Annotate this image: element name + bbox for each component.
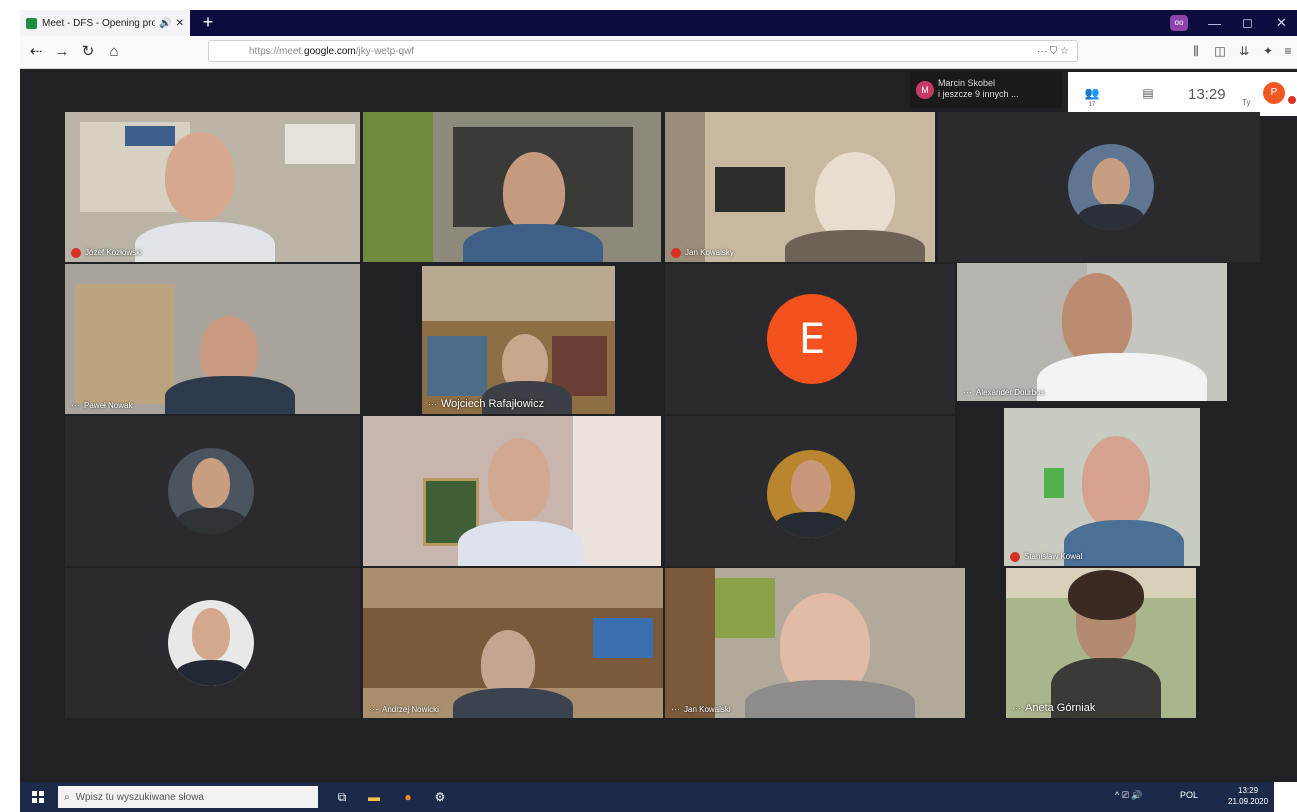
- participant-avatar: M: [916, 81, 934, 99]
- new-tab-button[interactable]: +: [198, 12, 218, 32]
- reload-icon[interactable]: ↻: [78, 42, 98, 62]
- home-icon[interactable]: ⌂: [104, 42, 124, 62]
- participant-tile[interactable]: [665, 416, 955, 566]
- url-domain: google.com: [304, 45, 356, 57]
- participant-letter-avatar: E: [767, 294, 857, 384]
- participants-chip-name: Marcin Skobel: [938, 78, 996, 88]
- language-indicator[interactable]: POL: [1180, 790, 1198, 800]
- extension-badge-icon[interactable]: oo: [1170, 15, 1188, 31]
- settings-gear-icon[interactable]: ⚙: [432, 789, 448, 805]
- participant-tile[interactable]: ··· Alexander Dourbos: [957, 263, 1227, 401]
- menu-icon[interactable]: ≡: [1280, 43, 1296, 59]
- participant-tile[interactable]: [363, 112, 661, 262]
- back-arrow-icon[interactable]: ⇠: [26, 42, 46, 62]
- muted-mic-icon: [1010, 552, 1020, 562]
- clock-date: 21.09.2020: [1228, 797, 1269, 806]
- participant-avatar: [767, 450, 855, 538]
- participant-name: Józef Kozłowski: [85, 248, 142, 258]
- clock-time: 13:29: [1238, 786, 1259, 795]
- tab-bar: Meet - DFS - Opening pro 🔊 ✕ + oo — ◻ ✕: [20, 10, 1297, 36]
- forward-arrow-icon[interactable]: →: [52, 42, 72, 62]
- task-view-icon[interactable]: ⧉: [334, 789, 350, 805]
- participant-tile[interactable]: [65, 568, 360, 718]
- meet-top-panel: 👥17 ▤ 13:29 Ty P: [1068, 72, 1297, 116]
- participant-tile[interactable]: Jan Kowalsky: [665, 112, 935, 262]
- tab-audio-icon[interactable]: 🔊: [159, 18, 171, 29]
- url-path: /jky-wetp-qwf: [355, 45, 415, 57]
- participant-name: Paweł Nowak: [84, 401, 133, 410]
- page-actions-icon[interactable]: ··· ⛉ ☆: [1037, 46, 1069, 57]
- meet-favicon-icon: [26, 17, 37, 29]
- window-minimize-button[interactable]: —: [1208, 10, 1221, 36]
- participant-tile[interactable]: [363, 416, 661, 566]
- self-avatar[interactable]: P: [1263, 82, 1285, 104]
- participant-avatar: [168, 600, 254, 686]
- search-placeholder: Wpisz tu wyszukiwane słowa: [75, 791, 204, 803]
- tab-title: Meet - DFS - Opening pro: [42, 17, 156, 29]
- participant-name: Stanisław Kowal: [1024, 552, 1083, 562]
- you-label: Ty: [1242, 98, 1251, 107]
- muted-mic-icon: [71, 248, 81, 258]
- extension-icon[interactable]: ✦: [1260, 43, 1276, 59]
- participant-avatar: [1068, 144, 1154, 230]
- participants-chip[interactable]: M Marcin Skobel i jeszcze 9 innych ...: [910, 72, 1062, 108]
- participant-tile[interactable]: ··· Paweł Nowak: [65, 264, 360, 414]
- participant-tile[interactable]: ··· Jan Kowalski: [665, 568, 965, 718]
- file-explorer-icon[interactable]: ▬: [366, 789, 382, 805]
- participant-name: Andrzej Nowicki: [382, 705, 439, 714]
- people-count: 17: [1088, 102, 1096, 108]
- participants-chip-more: i jeszcze 9 innych ...: [938, 89, 1019, 99]
- address-bar[interactable]: https://meet. google.com /jky-wetp-qwf ·…: [208, 40, 1078, 62]
- sidebar-icon[interactable]: ◫: [1212, 43, 1228, 59]
- search-icon: ⌕: [64, 791, 70, 803]
- participant-name: Aneta Górniak: [1025, 702, 1096, 714]
- participant-tile[interactable]: Stanisław Kowal: [1004, 408, 1200, 566]
- participant-name: Jan Kowalski: [684, 705, 731, 714]
- window-close-button[interactable]: ✕: [1276, 10, 1287, 36]
- chat-icon[interactable]: ▤: [1138, 86, 1158, 102]
- meeting-clock: 13:29: [1188, 86, 1226, 103]
- library-icon[interactable]: ⫼: [1188, 43, 1204, 59]
- people-icon[interactable]: 👥17: [1082, 86, 1102, 108]
- tab-close-icon[interactable]: ✕: [176, 18, 184, 29]
- participant-tile[interactable]: ··· Aneta Górniak: [1006, 568, 1196, 718]
- participant-name: Wojciech Rafajłowicz: [441, 398, 545, 410]
- system-tray[interactable]: ^ ⎚ 🔊: [1115, 790, 1143, 801]
- muted-mic-icon: [671, 248, 681, 258]
- firefox-icon[interactable]: ●: [400, 789, 416, 805]
- tab-meet[interactable]: Meet - DFS - Opening pro 🔊 ✕: [20, 10, 190, 36]
- windows-taskbar: ⌕ Wpisz tu wyszukiwane słowa ⧉ ▬ ● ⚙ ^ ⎚…: [20, 782, 1274, 812]
- participant-tile[interactable]: E: [665, 264, 955, 414]
- window-maximize-button[interactable]: ◻: [1242, 10, 1253, 36]
- taskbar-clock[interactable]: 13:29 21.09.2020: [1228, 785, 1268, 807]
- download-icon[interactable]: ⇊: [1236, 43, 1252, 59]
- taskbar-search-input[interactable]: ⌕ Wpisz tu wyszukiwane słowa: [58, 786, 318, 808]
- participant-name: Jan Kowalsky: [685, 248, 734, 258]
- participant-name: Alexander Dourbos: [976, 388, 1045, 397]
- participant-avatar: [168, 448, 254, 534]
- windows-start-icon[interactable]: [32, 791, 44, 803]
- participant-tile[interactable]: [938, 112, 1260, 262]
- self-status-dot: [1288, 96, 1296, 104]
- participant-tile[interactable]: Józef Kozłowski: [65, 112, 360, 262]
- browser-window: Meet - DFS - Opening pro 🔊 ✕ + oo — ◻ ✕ …: [20, 10, 1297, 782]
- navigation-bar: ⇠ → ↻ ⌂ https://meet. google.com /jky-we…: [20, 36, 1297, 69]
- participant-tile[interactable]: ··· Wojciech Rafajłowicz: [422, 266, 615, 414]
- url-prefix: https://meet.: [249, 45, 305, 57]
- participant-tile[interactable]: [65, 416, 360, 566]
- participant-tile[interactable]: ··· Andrzej Nowicki: [363, 568, 663, 718]
